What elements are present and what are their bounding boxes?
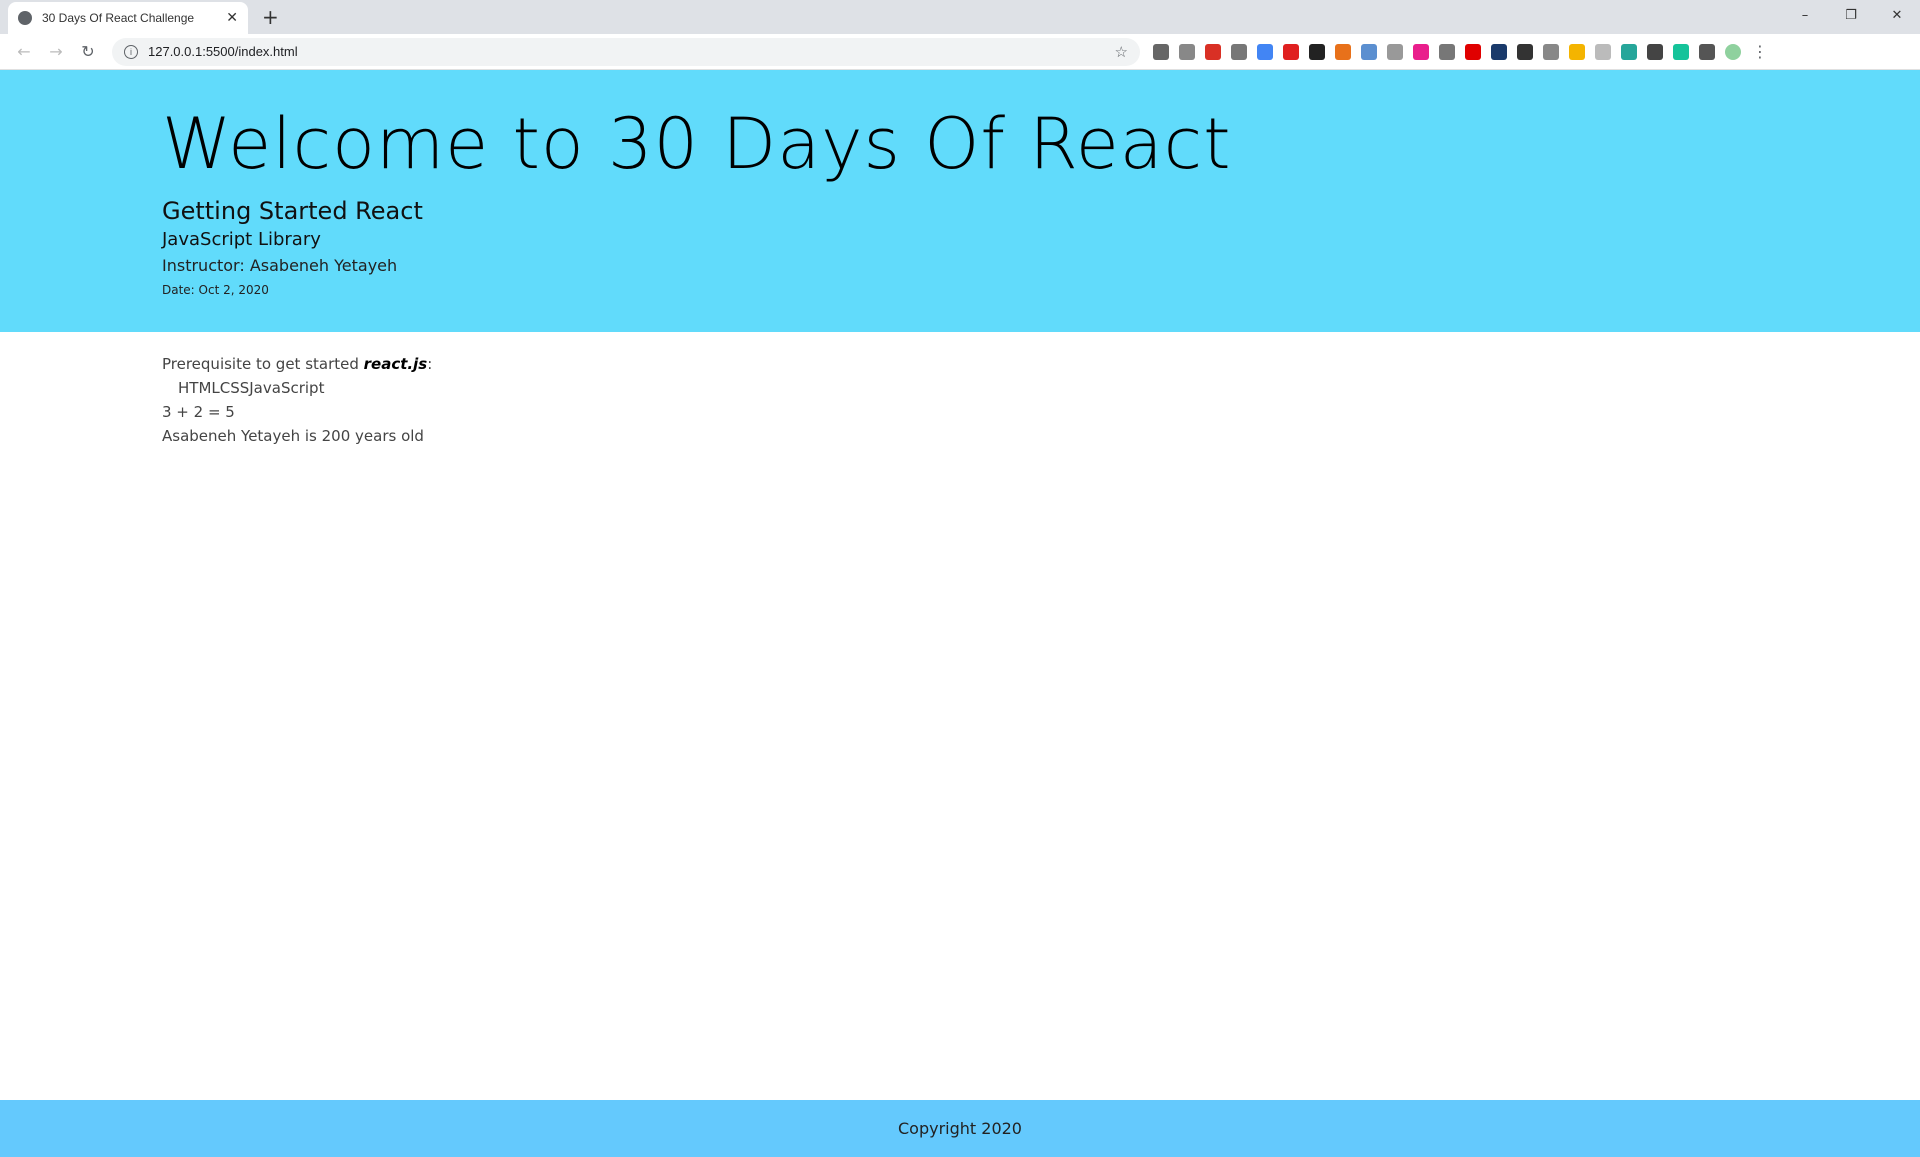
extension-icon[interactable] [1361,43,1377,60]
extension-icon[interactable] [1647,43,1663,60]
extension-icon[interactable] [1413,43,1429,60]
extension-icon[interactable] [1543,43,1559,60]
instructor: Instructor: Asabeneh Yetayeh [162,256,398,275]
close-window-button[interactable]: ✕ [1874,0,1920,30]
restore-button[interactable]: ❐ [1828,0,1874,30]
subtitle: Getting Started React [162,197,423,225]
reload-button[interactable]: ↻ [72,42,104,61]
prerequisite-text: Prerequisite to get started react.js: [162,355,433,373]
extension-icon[interactable] [1725,43,1741,60]
url-text[interactable]: 127.0.0.1:5500/index.html [148,44,1115,59]
info-icon[interactable]: i [124,44,138,59]
page-title: Welcome to 30 Days Of React [162,103,1232,185]
extension-icon[interactable] [1491,43,1507,60]
page-footer: Copyright 2020 [0,1100,1920,1157]
extension-icon[interactable] [1621,43,1637,60]
extension-icon[interactable] [1335,43,1351,60]
copyright: Copyright 2020 [898,1119,1022,1138]
back-button[interactable]: ← [8,42,40,61]
extension-icon[interactable] [1569,43,1585,60]
extension-icon[interactable] [1673,43,1689,60]
extension-icon[interactable] [1257,43,1273,60]
extension-icon[interactable] [1595,43,1611,60]
extension-icon[interactable] [1309,43,1325,60]
extension-icon[interactable] [1205,43,1221,60]
browser-tab[interactable]: 30 Days Of React Challenge ✕ [8,2,248,34]
age-text: Asabeneh Yetayeh is 200 years old [162,427,424,445]
minimize-button[interactable]: – [1782,0,1828,30]
extension-icon[interactable] [1179,43,1195,60]
sum-text: 3 + 2 = 5 [162,403,235,421]
extension-icon[interactable] [1699,43,1715,60]
bookmark-star-icon[interactable]: ☆ [1115,43,1128,61]
address-bar[interactable]: i 127.0.0.1:5500/index.html ☆ [112,37,1140,66]
extension-icon[interactable] [1439,43,1455,60]
extension-icon[interactable] [1465,43,1481,60]
tech-list: HTMLCSSJavaScript [178,379,325,397]
extension-icon[interactable] [1517,43,1533,60]
library-label: JavaScript Library [162,229,321,250]
react-js-label: react.js [363,355,428,373]
extension-icon[interactable] [1387,43,1403,60]
browser-menu-icon[interactable]: ⋮ [1752,42,1768,61]
close-tab-icon[interactable]: ✕ [226,10,238,26]
globe-icon [18,11,32,25]
extension-icon[interactable] [1283,43,1299,60]
extension-icon[interactable] [1153,43,1169,60]
main-content: Prerequisite to get started react.js: HT… [162,352,432,448]
date: Date: Oct 2, 2020 [162,283,269,297]
forward-button[interactable]: → [40,42,72,61]
browser-toolbar: ← → ↻ i 127.0.0.1:5500/index.html ☆ ⋮ [0,34,1920,70]
tab-title: 30 Days Of React Challenge [42,11,195,25]
extension-icon[interactable] [1231,43,1247,60]
tab-bar: 30 Days Of React Challenge ✕ + – ❐ ✕ [0,0,1920,34]
new-tab-button[interactable]: + [262,5,279,29]
extensions-area [1148,43,1746,60]
page-header: Welcome to 30 Days Of React Getting Star… [0,70,1920,332]
